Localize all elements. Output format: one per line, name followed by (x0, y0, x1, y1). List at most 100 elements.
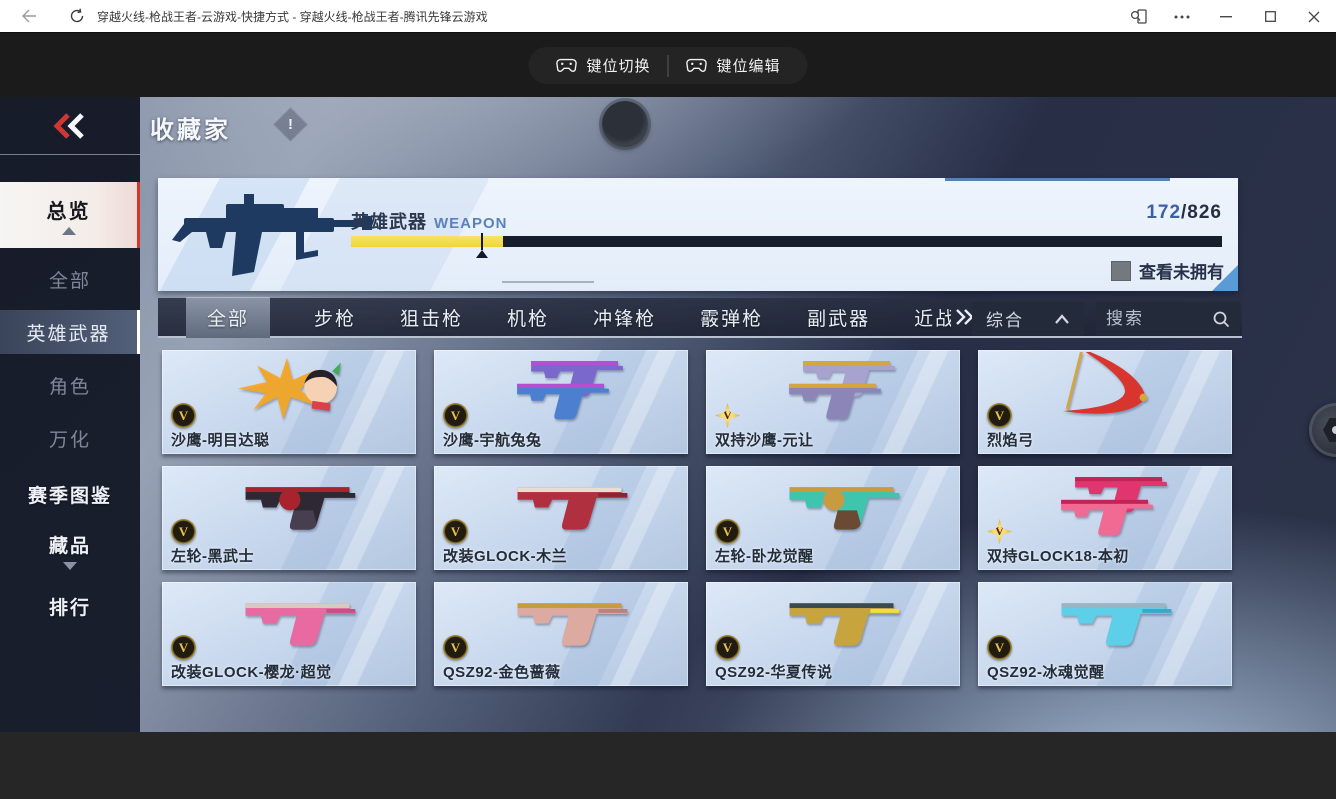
sidebar-item-2[interactable]: 全部 (0, 257, 140, 301)
game-viewport: 收藏家 ! 总览 全部 英雄武器 角色 万化 赛季图鉴 藏品 排行 英雄武器 W… (0, 97, 1336, 732)
checkbox-icon[interactable] (1111, 260, 1131, 281)
key-edit-button[interactable]: 键位编辑 (669, 47, 798, 84)
view-unowned-toggle[interactable]: 查看未拥有 (1111, 258, 1224, 283)
floating-menu-ball[interactable] (602, 101, 648, 147)
caret-down-icon (63, 561, 77, 570)
chevron-up-icon (1055, 313, 1069, 324)
tab-7[interactable]: 副武器 (807, 304, 870, 331)
tab-1[interactable]: 全部 (186, 296, 271, 338)
browser-menu-icon[interactable] (1160, 0, 1204, 33)
weapon-name: QSZ92-华夏传说 (715, 664, 833, 681)
rifle-silhouette-icon (166, 180, 376, 288)
search-icon (1213, 311, 1230, 327)
letterbox-strip (0, 732, 1336, 799)
sidebar-item-8[interactable]: 排行 (0, 584, 140, 628)
weapon-filter-bar: 全部 步枪 狙击枪 机枪 冲锋枪 霰弹枪 副武器 近战 综合 (158, 296, 1242, 338)
banner-top-line (945, 178, 1170, 181)
v-circle-badge-icon: V (443, 635, 468, 660)
tab-list: 全部 步枪 狙击枪 机枪 冲锋枪 霰弹枪 副武器 近战 (158, 296, 951, 338)
weapon-card[interactable]: V 改装GLOCK-樱龙·超觉 (162, 582, 416, 686)
key-switch-button[interactable]: 键位切换 (538, 47, 667, 84)
tab-6[interactable]: 霰弹枪 (700, 304, 763, 331)
weapon-name: 双持沙鹰-元让 (715, 432, 814, 449)
banner-subline (502, 281, 594, 283)
weapon-card-grid: V 沙鹰-明目达聪 V 沙鹰-宇航兔兔 V 双持沙鹰-元让 V 烈焰弓 V 左轮-黑武士 V 改装GL… (162, 350, 1232, 686)
sidebar-item-label: 藏品 (48, 535, 91, 557)
pistol-icon (480, 468, 663, 545)
weapon-card[interactable]: V QSZ92-冰魂觉醒 (978, 582, 1232, 686)
close-button[interactable] (1292, 0, 1336, 33)
weapon-card[interactable]: V 沙鹰-明目达聪 (162, 350, 416, 454)
sidebar-item-label: 排行 (48, 597, 91, 619)
dual-pistol-icon (480, 352, 663, 429)
weapon-name: 烈焰弓 (987, 432, 1034, 449)
weapon-name: 双持GLOCK18-本初 (987, 548, 1129, 565)
sidebar-item-5[interactable]: 万化 (0, 416, 140, 460)
gamepad-icon (556, 58, 577, 72)
v-circle-badge-icon: V (443, 403, 468, 428)
weapon-card[interactable]: V QSZ92-华夏传说 (706, 582, 960, 686)
v-circle-badge-icon: V (715, 635, 740, 660)
tab-2[interactable]: 步枪 (314, 304, 356, 331)
pistol-icon (208, 584, 391, 661)
sidebar-item-label: 角色 (48, 376, 91, 398)
caret-up-icon (61, 227, 76, 235)
maximize-button[interactable] (1248, 0, 1292, 33)
tab-5[interactable]: 冲锋枪 (593, 304, 656, 331)
gamepad-icon (686, 58, 707, 72)
tab-8[interactable]: 近战 (914, 304, 951, 331)
sort-dropdown[interactable]: 综合 (972, 302, 1084, 335)
dual-pistol-icon (752, 352, 935, 429)
sidebar-item-6[interactable]: 赛季图鉴 (0, 472, 140, 516)
weapon-card[interactable]: V 烈焰弓 (978, 350, 1232, 454)
key-switch-label: 键位切换 (586, 58, 651, 75)
v-circle-badge-icon: V (171, 403, 196, 428)
pistol-icon (752, 584, 935, 661)
alert-icon[interactable]: ! (272, 106, 309, 143)
sidebar-item-label: 赛季图鉴 (27, 485, 112, 507)
window-title: 穿越火线-枪战王者-云游戏-快捷方式 - 穿越火线-枪战王者-腾讯先锋云游戏 (97, 10, 488, 24)
minimize-button[interactable] (1204, 0, 1248, 33)
weapon-name: QSZ92-金色蔷薇 (443, 664, 561, 681)
sidebar: 总览全部英雄武器角色万化赛季图鉴藏品排行 (0, 97, 140, 732)
weapon-card[interactable]: V 双持GLOCK18-本初 (978, 466, 1232, 570)
double-chevron-left-icon (53, 112, 84, 139)
v-circle-badge-icon: V (443, 519, 468, 544)
v-circle-badge-icon: V (715, 519, 740, 544)
weapon-card[interactable]: V 双持沙鹰-元让 (706, 350, 960, 454)
sidebar-item-label: 总览 (46, 201, 91, 223)
sidebar-list: 总览全部英雄武器角色万化赛季图鉴藏品排行 (0, 155, 140, 628)
weapon-card[interactable]: V 沙鹰-宇航兔兔 (434, 350, 688, 454)
sort-value: 综合 (986, 311, 1024, 330)
pistol-icon (1024, 584, 1207, 661)
pistol-icon (480, 584, 663, 661)
weapon-name: 改装GLOCK-木兰 (443, 548, 568, 565)
weapon-card[interactable]: V 左轮-黑武士 (162, 466, 416, 570)
banner-title-cn: 英雄武器 (351, 212, 427, 232)
weapon-name: QSZ92-冰魂觉醒 (987, 664, 1105, 681)
edge-settings-handle[interactable] (1309, 403, 1336, 457)
sidebar-item-7[interactable]: 藏品 (0, 528, 140, 572)
weapon-name: 左轮-黑武士 (171, 548, 254, 565)
weapon-card[interactable]: V QSZ92-金色蔷薇 (434, 582, 688, 686)
weapon-card[interactable]: V 左轮-卧龙觉醒 (706, 466, 960, 570)
weapon-name: 左轮-卧龙觉醒 (715, 548, 814, 565)
search-box (1096, 302, 1240, 335)
weapon-name: 沙鹰-宇航兔兔 (443, 432, 542, 449)
collection-progress-bar (351, 233, 1222, 258)
weapon-card[interactable]: V 改装GLOCK-木兰 (434, 466, 688, 570)
tab-4[interactable]: 机枪 (507, 304, 549, 331)
refresh-icon[interactable] (62, 3, 92, 29)
search-input[interactable] (1106, 308, 1212, 329)
browser-back-icon[interactable] (14, 3, 44, 29)
hero-weapon-banner: 英雄武器 WEAPON 172/826 查看未拥有 (158, 178, 1238, 291)
bow-icon (1024, 350, 1207, 429)
back-button[interactable] (0, 97, 140, 155)
send-to-device-icon[interactable] (1116, 0, 1160, 33)
sidebar-item-4[interactable]: 角色 (0, 363, 140, 407)
v-circle-badge-icon: V (987, 403, 1012, 428)
tab-3[interactable]: 狙击枪 (400, 304, 463, 331)
sidebar-item-3[interactable]: 英雄武器 (0, 310, 140, 354)
keybinding-pill: 键位切换 键位编辑 (528, 47, 808, 84)
sidebar-item-1[interactable]: 总览 (0, 182, 140, 248)
